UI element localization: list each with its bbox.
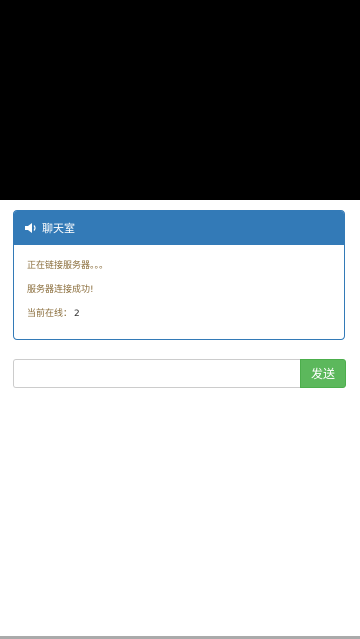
message-item: 服务器连接成功!: [27, 285, 94, 295]
message-list: 正在链接服务器。。。 服务器连接成功! 当前在线： 2: [14, 245, 344, 331]
panel-heading: 聊天室: [14, 211, 344, 245]
speaker-icon: [24, 222, 38, 234]
chat-room-panel: 聊天室 正在链接服务器。。。 服务器连接成功! 当前在线： 2: [13, 210, 345, 340]
composer-row: 发送: [13, 359, 346, 388]
message-item: 正在链接服务器。。。: [27, 261, 109, 271]
online-count: 2: [74, 309, 80, 319]
online-status: 当前在线： 2: [27, 307, 344, 331]
message-input[interactable]: [13, 359, 300, 388]
panel-title: 聊天室: [42, 222, 75, 235]
app-root: 聊天室 正在链接服务器。。。 服务器连接成功! 当前在线： 2 发送: [0, 0, 360, 639]
send-button[interactable]: 发送: [300, 359, 346, 388]
video-player-area[interactable]: [0, 0, 360, 200]
online-label: 当前在线：: [27, 309, 73, 319]
